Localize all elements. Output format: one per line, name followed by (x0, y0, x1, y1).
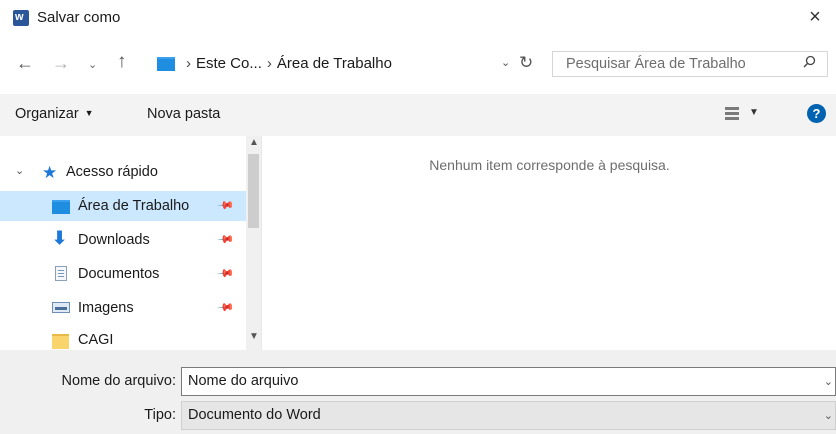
file-type-value: Documento do Word (188, 407, 321, 423)
breadcrumb-this-pc[interactable]: Este Co... (196, 55, 262, 72)
search-box[interactable]: Pesquisar Área de Trabalho (552, 51, 828, 77)
close-button[interactable]: × (802, 4, 828, 30)
scrollbar-thumb[interactable] (248, 154, 259, 228)
tree-item-label: Downloads (78, 232, 150, 248)
file-name-input[interactable] (188, 371, 808, 391)
organize-button[interactable]: Organizar ▼ (15, 106, 94, 122)
tree-item-label: Imagens (78, 300, 134, 316)
forward-arrow-icon[interactable]: → (52, 53, 70, 73)
search-placeholder: Pesquisar Área de Trabalho (566, 56, 746, 72)
tree-item-cagi[interactable]: CAGI (0, 325, 246, 350)
expand-chevron-icon[interactable]: ⌄ (15, 164, 24, 177)
help-button[interactable]: ? (807, 104, 826, 123)
pin-icon[interactable]: 📌 (216, 196, 235, 215)
new-folder-button[interactable]: Nova pasta (147, 106, 220, 122)
view-options-icon[interactable] (725, 106, 739, 120)
downloads-icon: ⬇ (52, 228, 68, 248)
folder-icon (52, 334, 69, 349)
tree-item-downloads[interactable]: ⬇ Downloads 📌 (0, 225, 246, 255)
address-dropdown-chevron-icon[interactable]: ⌄ (501, 56, 510, 69)
nav-scrollbar[interactable]: ▲ ▼ (246, 136, 261, 350)
title-bar: w Salvar como × (0, 0, 836, 36)
address-bar[interactable]: › Este Co... › Área de Trabalho ⌄ ↻ (149, 51, 536, 77)
file-name-dropdown-chevron-icon[interactable]: ⌄ (824, 375, 833, 388)
file-list-pane[interactable]: Nenhum item corresponde à pesquisa. (261, 136, 836, 350)
file-type-select[interactable]: Documento do Word ⌄ (181, 401, 836, 430)
tree-item-quick-access[interactable]: ⌄ ★ Acesso rápido (0, 157, 246, 187)
caret-down-icon: ▼ (84, 108, 94, 118)
file-name-field[interactable]: ⌄ (181, 367, 836, 396)
quick-access-star-icon: ★ (42, 163, 58, 182)
breadcrumb[interactable]: › Este Co... › Área de Trabalho (181, 55, 392, 72)
back-arrow-icon[interactable]: ← (16, 53, 34, 73)
search-icon (803, 55, 816, 68)
up-arrow-icon[interactable]: ↑ (117, 52, 127, 72)
tree-item-documents[interactable]: Documentos 📌 (0, 259, 246, 289)
this-pc-icon (157, 57, 175, 71)
tree-item-label: Acesso rápido (66, 164, 158, 180)
file-type-label: Tipo: (144, 407, 176, 423)
pictures-icon (52, 302, 70, 313)
tree-item-label: Documentos (78, 266, 160, 282)
navigation-pane[interactable]: ⌄ ★ Acesso rápido Área de Trabalho 📌 ⬇ D… (0, 136, 261, 350)
scroll-up-arrow-icon[interactable]: ▲ (249, 137, 259, 148)
pin-icon[interactable]: 📌 (216, 298, 235, 317)
scroll-down-arrow-icon[interactable]: ▼ (249, 331, 259, 342)
pin-icon[interactable]: 📌 (216, 264, 235, 283)
breadcrumb-separator: › (266, 55, 272, 72)
tree-item-label: CAGI (78, 332, 114, 348)
tree-item-desktop[interactable]: Área de Trabalho 📌 (0, 191, 246, 221)
file-type-dropdown-chevron-icon[interactable]: ⌄ (824, 409, 833, 422)
recent-locations-chevron-icon[interactable]: ⌄ (88, 55, 97, 75)
tree-item-pictures[interactable]: Imagens 📌 (0, 293, 246, 323)
window-title: Salvar como (37, 9, 121, 26)
breadcrumb-desktop[interactable]: Área de Trabalho (277, 55, 392, 72)
empty-results-message: Nenhum item corresponde à pesquisa. (429, 157, 670, 173)
refresh-icon[interactable]: ↻ (519, 53, 533, 73)
breadcrumb-separator: › (186, 55, 191, 72)
pin-icon[interactable]: 📌 (216, 230, 235, 249)
documents-icon (55, 266, 67, 281)
tree-item-label: Área de Trabalho (78, 198, 190, 214)
file-name-label: Nome do arquivo: (61, 373, 176, 389)
desktop-icon (52, 200, 70, 214)
command-bar: Organizar ▼ Nova pasta ▼ ? (0, 94, 836, 136)
view-dropdown-caret-icon[interactable]: ▼ (749, 107, 759, 118)
word-app-icon: w (13, 10, 29, 26)
save-options-panel: Nome do arquivo: ⌄ Tipo: Documento do Wo… (0, 350, 836, 434)
